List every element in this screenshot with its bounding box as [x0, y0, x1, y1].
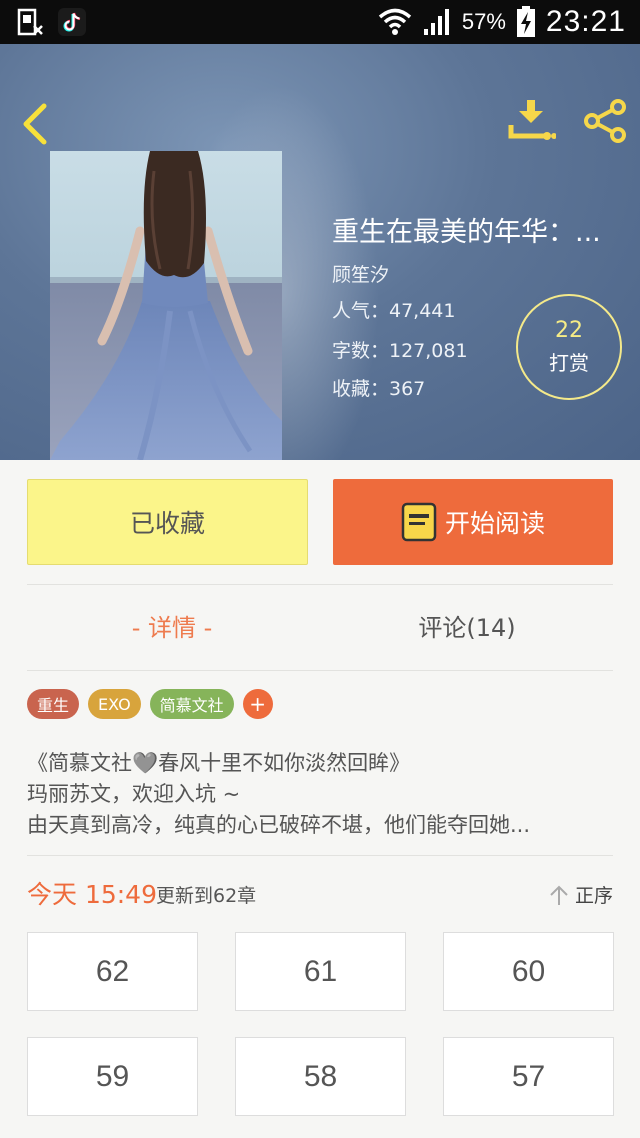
back-button[interactable] — [16, 102, 52, 146]
chapter-button[interactable]: 61 — [235, 932, 406, 1011]
book-icon — [401, 502, 437, 542]
sim-card-icon — [17, 8, 43, 36]
intro-line: 玛丽苏文，欢迎入坑 ~ — [27, 782, 241, 806]
update-text: 更新到62章 — [156, 885, 257, 907]
divider — [27, 855, 613, 856]
start-reading-button[interactable]: 开始阅读 — [333, 479, 613, 565]
chapter-button[interactable]: 57 — [443, 1037, 614, 1116]
book-title: 重生在最美的年华：... — [332, 217, 601, 248]
share-button[interactable] — [582, 98, 628, 144]
download-button[interactable] — [508, 98, 556, 144]
tag-chip[interactable]: 简慕文社 — [149, 689, 234, 719]
battery-percent: 57% — [461, 9, 506, 34]
intro-line: 由天真到高冷，纯真的心已破碎不堪，他们能夺回她... — [27, 813, 531, 837]
tab-detail[interactable]: - 详情 - — [27, 608, 317, 643]
add-tag-button[interactable]: + — [242, 689, 273, 719]
divider — [27, 670, 613, 671]
wifi-icon — [378, 8, 412, 35]
chapter-button[interactable]: 60 — [443, 932, 614, 1011]
tiktok-icon — [58, 8, 86, 36]
intro-line: 《简慕文社🩶春风十里不如你淡然回眸》 — [27, 751, 411, 775]
tag-chip[interactable]: EXO — [88, 689, 141, 719]
battery-charging-icon — [516, 6, 535, 37]
tip-label: 打赏 — [549, 351, 589, 375]
tab-comments[interactable]: 评论(14) — [322, 608, 612, 643]
word-count-stat: 字数：127,081 — [332, 340, 468, 362]
update-info: 今天 15:49 更新到62章 正序 — [27, 875, 613, 911]
tip-count: 22 — [555, 318, 583, 343]
signal-icon — [423, 9, 449, 35]
sort-order-label: 正序 — [574, 885, 613, 907]
status-bar: 57% 23:21 — [0, 0, 640, 44]
book-header: 重生在最美的年华：... 顾笙汐 人气：47,441 字数：127,081 收藏… — [0, 44, 640, 460]
popularity-stat: 人气：47,441 — [332, 300, 456, 322]
favorites-stat: 收藏：367 — [332, 378, 426, 400]
chapter-button[interactable]: 59 — [27, 1037, 198, 1116]
book-intro[interactable]: 《简慕文社🩶春风十里不如你淡然回眸》 玛丽苏文，欢迎入坑 ~ 由天真到高冷，纯真… — [27, 748, 613, 841]
arrow-up-icon — [550, 885, 568, 905]
clock: 23:21 — [545, 5, 626, 38]
chapter-button[interactable]: 58 — [235, 1037, 406, 1116]
sort-order-button[interactable]: 正序 — [549, 881, 613, 908]
update-time: 今天 15:49 — [27, 880, 157, 909]
chapter-grid: 62 61 60 59 58 57 — [27, 932, 614, 1116]
book-author[interactable]: 顾笙汐 — [332, 260, 389, 287]
tag-chip[interactable]: 重生 — [27, 689, 80, 719]
collected-button[interactable]: 已收藏 — [27, 479, 308, 565]
book-cover — [50, 151, 282, 460]
tip-button[interactable]: 22 打赏 — [516, 294, 622, 400]
divider — [27, 584, 613, 585]
start-reading-label: 开始阅读 — [444, 509, 545, 538]
tag-list: 重生 EXO 简慕文社 + — [27, 689, 273, 719]
chapter-button[interactable]: 62 — [27, 932, 198, 1011]
